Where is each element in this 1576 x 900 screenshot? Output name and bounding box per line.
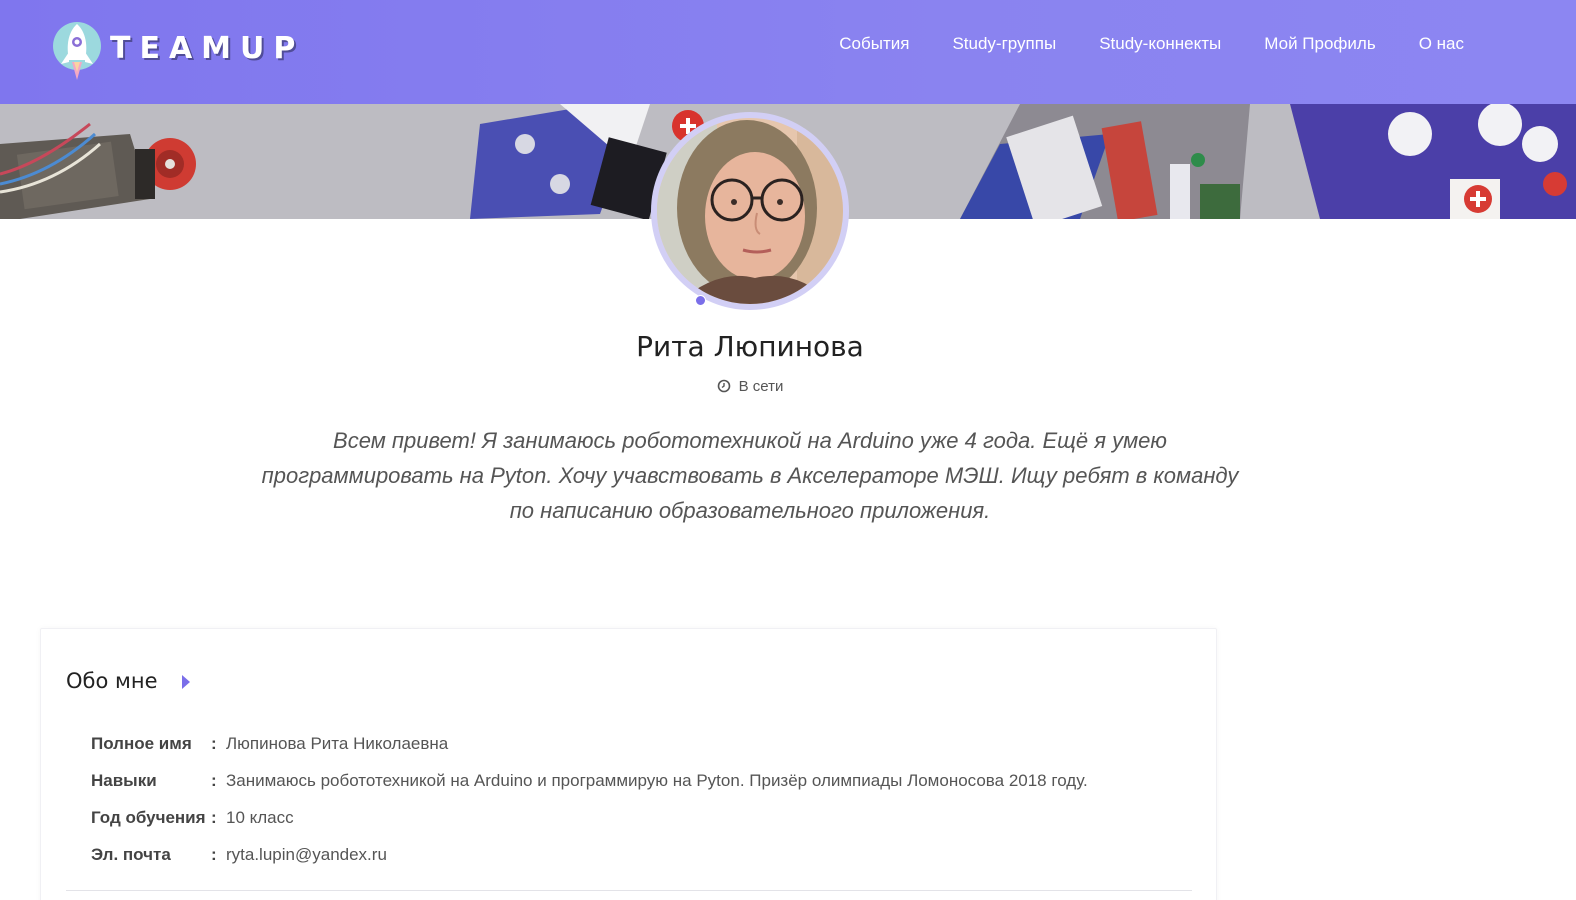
card-divider: [66, 890, 1192, 891]
avatar-photo: [657, 118, 843, 304]
info-row-study-year: Год обучения : 10 класс: [91, 799, 1088, 836]
nav-item-my-profile[interactable]: Мой Профиль: [1264, 32, 1375, 56]
info-label: Полное имя: [91, 733, 192, 753]
nav-item-about[interactable]: О нас: [1419, 32, 1464, 56]
info-value: 10 класс: [226, 807, 294, 827]
clock-icon: [717, 379, 731, 397]
about-title: Обо мне: [66, 669, 158, 693]
nav-item-events[interactable]: События: [839, 32, 909, 56]
rocket-logo-icon: [52, 18, 102, 88]
info-value: Занимаюсь робототехникой на Arduino и пр…: [226, 770, 1088, 790]
about-info-table: Полное имя : Люпинова Рита Николаевна На…: [91, 725, 1088, 873]
about-card: Обо мне Полное имя : Люпинова Рита Никол…: [40, 628, 1217, 900]
profile-name: Рита Люпинова: [636, 330, 864, 363]
nav-item-study-connects[interactable]: Study-коннекты: [1099, 32, 1221, 56]
info-colon: :: [211, 807, 217, 827]
info-colon: :: [211, 844, 217, 864]
info-colon: :: [211, 733, 217, 753]
profile-bio: Всем привет! Я занимаюсь робототехникой …: [261, 428, 1239, 523]
logo-text: TEAMUP: [110, 30, 305, 66]
main-nav: События Study-группы Study-коннекты Мой …: [796, 32, 1464, 56]
online-status-text: В сети: [738, 378, 784, 395]
top-navbar: TEAMUP События Study-группы Study-коннек…: [0, 0, 1576, 104]
info-colon: :: [211, 770, 217, 790]
info-row-email: Эл. почта : ryta.lupin@yandex.ru: [91, 836, 1088, 873]
info-value-email[interactable]: ryta.lupin@yandex.ru: [226, 845, 387, 865]
info-value: Люпинова Рита Николаевна: [226, 733, 449, 753]
logo[interactable]: TEAMUP: [52, 18, 304, 88]
info-label: Год обучения: [91, 807, 206, 827]
online-status-dot: [695, 295, 706, 306]
info-row-full-name: Полное имя : Люпинова Рита Николаевна: [91, 725, 1088, 762]
info-row-skills: Навыки : Занимаюсь робототехникой на Ard…: [91, 762, 1088, 799]
profile-avatar[interactable]: [651, 112, 849, 310]
info-label: Эл. почта: [91, 844, 171, 864]
online-status: В сети: [0, 378, 1500, 397]
caret-right-icon: [181, 675, 191, 694]
info-label: Навыки: [91, 770, 157, 790]
nav-item-study-groups[interactable]: Study-группы: [952, 32, 1056, 56]
